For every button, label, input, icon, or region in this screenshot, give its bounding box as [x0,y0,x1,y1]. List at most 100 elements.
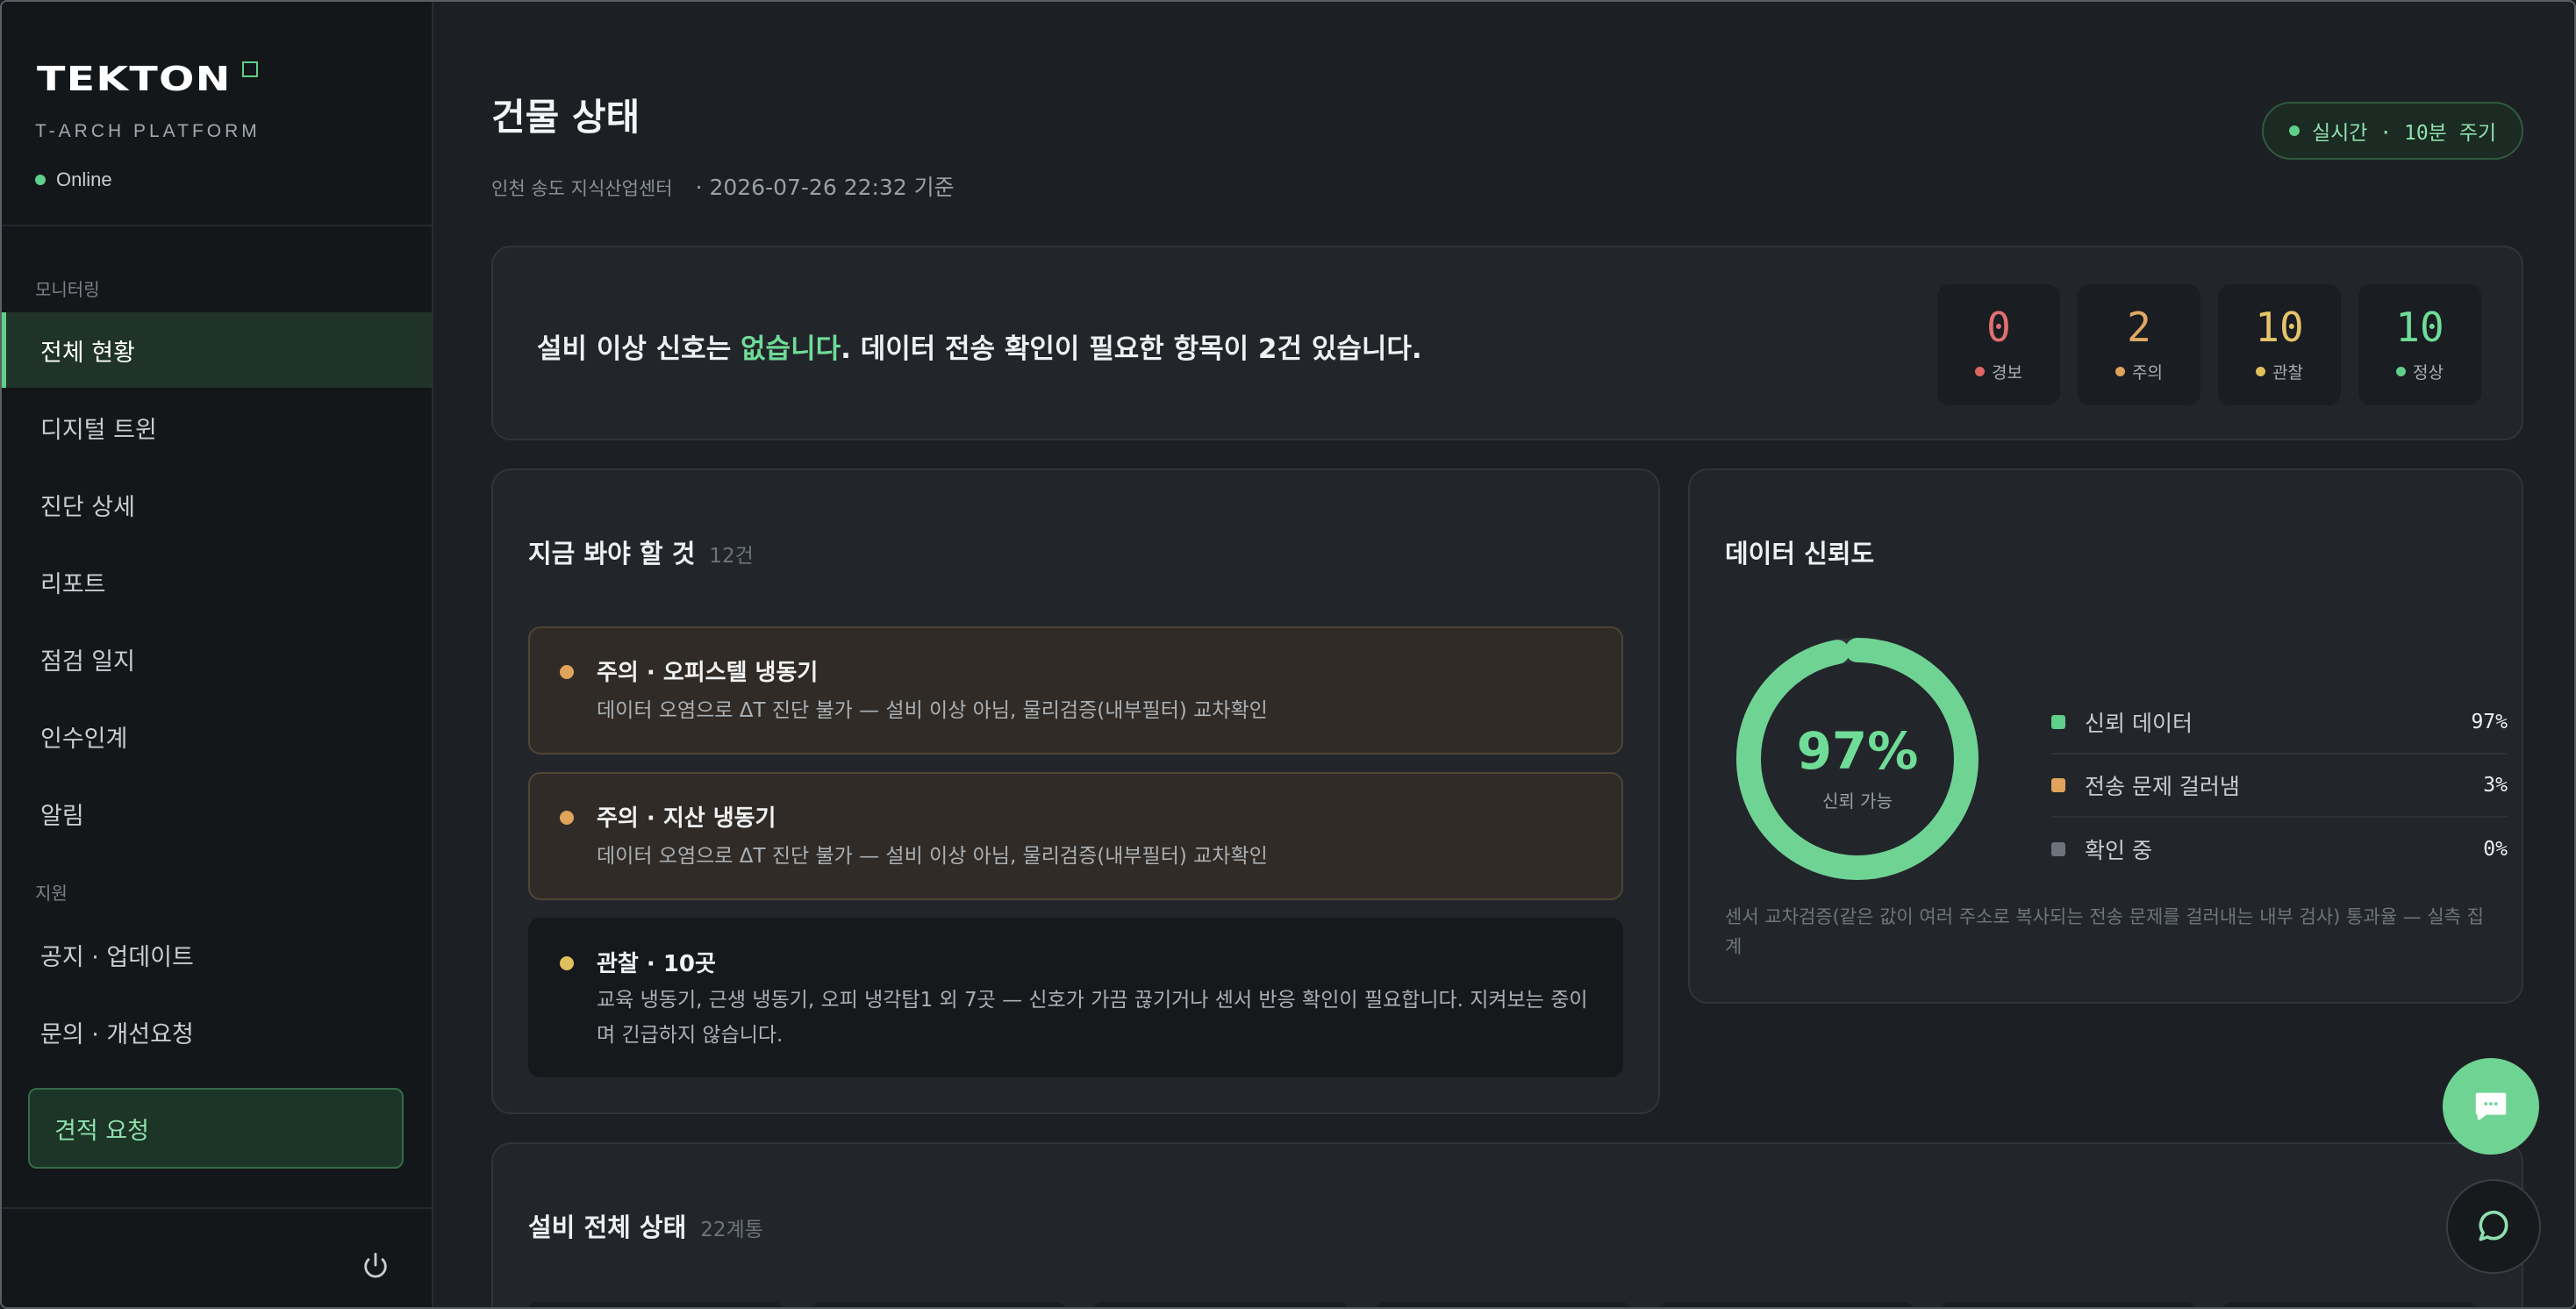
live-dot-icon [2288,125,2300,136]
equipment-tile[interactable] [1941,1302,2195,1307]
legend-name: 신뢰 데이터 [2085,711,2193,736]
todo-item-desc: 데이터 오염으로 ΔT 진단 불가 — 설비 이상 아님, 물리검증(내부필터)… [597,845,1268,868]
legend-name: 확인 중 [2085,838,2152,863]
stat-label: 정상 [2413,363,2444,383]
equipment-title: 설비 전체 상태 [528,1212,687,1242]
reliability-donut: 97% 신뢰 가능 [1736,638,1979,880]
legend-swatch [2051,715,2065,729]
equipment-tile[interactable] [1093,1302,1348,1307]
sidebar-item-overview[interactable]: 전체 현황 [2,312,432,388]
stat-label: 경보 [1992,363,2022,383]
equipment-tile[interactable] [811,1302,1065,1307]
reliability-title: 데이터 신뢰도 [1725,539,1875,569]
todo-item-title: 관찰 · 10곳 [597,951,716,977]
todo-item-title: 주의 · 오피스텔 냉동기 [597,660,819,686]
legend-value: 3% [2483,774,2508,797]
legend-name: 전송 문제 걸러냄 [2085,774,2240,799]
todo-item[interactable]: 주의 · 오피스텔 냉동기 데이터 오염으로 ΔT 진단 불가 — 설비 이상 … [528,626,1623,755]
todo-item-desc: 데이터 오염으로 ΔT 진단 불가 — 설비 이상 아님, 물리검증(내부필터)… [597,699,1268,722]
section-monitoring: 모니터링 [35,279,100,300]
stat-label-row: 경보 [1937,360,2060,383]
todo-item-desc: 교육 냉동기, 근생 냉동기, 오피 냉각탑1 외 7곳 — 신호가 가끔 끊기… [597,989,1588,1047]
section-support: 지원 [35,883,68,904]
legend-row-reliable: 신뢰 데이터 97% [2051,691,2508,755]
donut-percent: 97% [1797,721,1919,781]
status-dot-icon [35,175,46,185]
stat-value: 10 [2395,304,2444,351]
live-status-badge[interactable]: 실시간 · 10분 주기 [2262,102,2523,160]
donut-sub: 신뢰 가능 [1822,790,1893,812]
stat-label-row: 관찰 [2218,360,2341,383]
power-icon[interactable] [356,1246,395,1284]
sidebar-item-diagnosis[interactable]: 진단 상세 [2,467,432,542]
reliability-header: 데이터 신뢰도 [1725,533,1874,570]
caution-dot-icon [2115,367,2126,376]
live-label: 실시간 · 10분 주기 [2311,122,2497,145]
stat-alarm[interactable]: 0 경보 [1937,284,2060,405]
summary-highlight: 없습니다 [741,333,841,365]
todo-item[interactable]: 관찰 · 10곳 교육 냉동기, 근생 냉동기, 오피 냉각탑1 외 7곳 — … [528,918,1623,1077]
sidebar-item-inspection-log[interactable]: 점검 일지 [2,621,432,697]
todo-count: 12건 [709,545,754,568]
sidebar-divider [2,225,433,226]
sidebar-item-notices[interactable]: 공지 · 업데이트 [2,917,432,992]
stat-label: 관찰 [2272,363,2303,383]
stat-label-row: 정상 [2358,360,2481,383]
caution-dot-icon [560,665,574,679]
message-icon[interactable] [2446,1179,2541,1274]
legend-row-checking: 확인 중 0% [2051,818,2508,881]
legend-swatch [2051,778,2065,792]
sidebar-divider [2,1207,433,1209]
stat-label: 주의 [2132,363,2163,383]
sidebar: TEKTON T-ARCH PLATFORM Online 모니터링 전체 현황… [2,2,433,1307]
stat-normal[interactable]: 10 정상 [2358,284,2481,405]
legend-value: 0% [2483,838,2508,861]
equipment-tile[interactable] [528,1302,783,1307]
sidebar-item-report[interactable]: 리포트 [2,544,432,619]
equipment-card: 설비 전체 상태 22계통 [491,1142,2523,1307]
equipment-tile[interactable] [2223,1302,2478,1307]
platform-name: T-ARCH PLATFORM [35,121,261,141]
legend-row-filtered: 전송 문제 걸러냄 3% [2051,755,2508,818]
legend-value: 97% [2471,711,2508,733]
todo-card: 지금 봐야 할 것 12건 주의 · 오피스텔 냉동기 데이터 오염으로 ΔT … [491,469,1660,1114]
summary-message: 설비 이상 신호는 없습니다. 데이터 전송 확인이 필요한 항목이 2건 있습… [537,326,1422,366]
todo-title: 지금 봐야 할 것 [528,539,696,569]
brand: TEKTON [37,60,258,98]
equipment-header: 설비 전체 상태 22계통 [528,1207,763,1244]
sidebar-item-inquiry[interactable]: 문의 · 개선요청 [2,994,432,1069]
todo-item[interactable]: 주의 · 지산 냉동기 데이터 오염으로 ΔT 진단 불가 — 설비 이상 아님… [528,772,1623,900]
stat-label-row: 주의 [2078,360,2200,383]
observe-dot-icon [2256,367,2266,376]
timestamp: · 2026-07-26 22:32 기준 [695,175,955,200]
stat-value: 0 [1986,304,2011,351]
alarm-dot-icon [1975,367,1986,376]
stat-value: 2 [2127,304,2151,351]
observe-dot-icon [560,956,574,970]
sidebar-item-digital-twin[interactable]: 디지털 트윈 [2,390,432,465]
equipment-tile[interactable] [1658,1302,1913,1307]
page-subtitle: 인천 송도 지식산업센터 · 2026-07-26 22:32 기준 [491,170,955,202]
summary-text-end: . 데이터 전송 확인이 필요한 항목이 2건 있습니다. [841,333,1422,365]
stat-value: 10 [2255,304,2304,351]
todo-item-title: 주의 · 지산 냉동기 [597,805,776,832]
page-title: 건물 상태 [491,96,640,139]
stat-observe[interactable]: 10 관찰 [2218,284,2341,405]
site-name: 인천 송도 지식산업센터 [491,178,673,199]
sidebar-item-handover[interactable]: 인수인계 [2,698,432,774]
summary-card: 설비 이상 신호는 없습니다. 데이터 전송 확인이 필요한 항목이 2건 있습… [491,246,2523,440]
caution-dot-icon [560,811,574,825]
reliability-card: 데이터 신뢰도 97% 신뢰 가능 신뢰 데이터 97% 전송 문제 걸러냄 3… [1688,469,2523,1004]
equipment-count: 22계통 [700,1219,763,1241]
quote-request-button[interactable]: 견적 요청 [28,1088,404,1169]
chat-bubble-icon[interactable] [2443,1058,2539,1155]
reliability-note: 센서 교차검증(같은 값이 여러 주소로 복사되는 전송 문제를 걸러내는 내부… [1725,906,2484,957]
logo[interactable]: TEKTON [37,60,232,98]
legend-swatch [2051,842,2065,856]
stat-caution[interactable]: 2 주의 [2078,284,2200,405]
app-window: TEKTON T-ARCH PLATFORM Online 모니터링 전체 현황… [0,0,2576,1309]
sidebar-item-alerts[interactable]: 알림 [2,776,432,851]
connection-status: Online [35,168,112,191]
logo-mark-icon [242,61,258,77]
equipment-tile[interactable] [1376,1302,1630,1307]
